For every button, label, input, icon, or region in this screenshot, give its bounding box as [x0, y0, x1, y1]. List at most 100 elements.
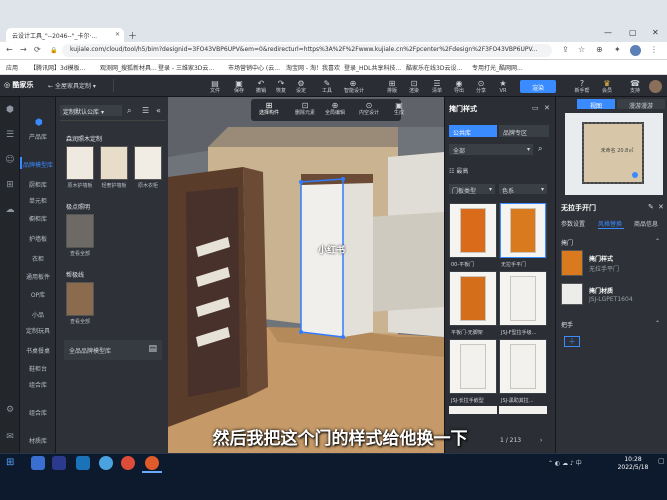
tab-view[interactable]: 视图	[577, 99, 615, 110]
category-item[interactable]: 通用板件	[20, 272, 56, 281]
door-style-item[interactable]	[449, 339, 497, 394]
bookmark-item[interactable]: 淘宝网 - 淘！我喜欢	[286, 63, 340, 72]
category-item[interactable]: 材质库	[20, 436, 56, 445]
tab-style-replace[interactable]: 风格替换	[598, 219, 622, 228]
minimize-icon[interactable]: —	[604, 28, 612, 37]
search-icon[interactable]: ⌕	[538, 144, 542, 154]
toolbar-button[interactable]: ▣ 保存	[230, 79, 248, 94]
sort-toggle[interactable]: ☷ 最高	[449, 166, 468, 175]
chrome-icon[interactable]	[121, 456, 135, 470]
library-thumbnail[interactable]	[66, 214, 94, 248]
category-item[interactable]: 品牌模型库	[20, 160, 56, 169]
bookmark-item[interactable]: 观测网_搜狐新材具...	[100, 63, 157, 72]
bookmark-item[interactable]: 【腾讯网】3d模板...	[30, 63, 85, 72]
cube-icon[interactable]: ⬢	[4, 105, 16, 117]
minimap[interactable]	[565, 113, 663, 195]
chevron-up-icon[interactable]: ⌃	[655, 238, 660, 245]
bookmark-item[interactable]: 应用	[6, 63, 18, 72]
door-item-partial[interactable]	[449, 406, 497, 414]
door-style-item[interactable]	[499, 271, 547, 326]
share-icon[interactable]: ⇪	[562, 45, 569, 54]
back-icon[interactable]: ←	[6, 45, 13, 54]
profile-avatar[interactable]	[630, 45, 641, 56]
explorer-icon[interactable]	[31, 456, 45, 470]
door-style-item[interactable]	[449, 203, 497, 258]
category-item[interactable]: 产品库	[20, 132, 56, 141]
bookmark-item[interactable]: 市场营销中心 (云...	[228, 63, 280, 72]
library-thumbnail[interactable]	[66, 282, 94, 316]
user-icon[interactable]: ☺	[4, 155, 16, 167]
maximize-icon[interactable]: ▢	[629, 28, 637, 37]
word-icon[interactable]	[76, 456, 90, 470]
library-dropdown[interactable]: 定制默认公库 ▾	[60, 105, 122, 116]
bookmark-item[interactable]: 登录 - 三维家3D云...	[158, 63, 214, 72]
tab-roam[interactable]: 漫游漫游	[617, 99, 665, 110]
browser-icon[interactable]	[145, 456, 159, 470]
pin-icon[interactable]: ▭	[532, 104, 539, 112]
window-close-icon[interactable]: ✕	[652, 28, 659, 37]
toolbar-button[interactable]: ⊡ 渲染	[405, 79, 423, 94]
library-thumbnail[interactable]	[100, 146, 128, 180]
brand-library-button[interactable]: 全品品牌模型库 ▤	[64, 340, 162, 360]
door-style-item[interactable]	[499, 339, 547, 394]
toolbar-button[interactable]: ⚙ 设定	[292, 79, 310, 94]
toolbar-button[interactable]: ⊕ 智能设计	[344, 79, 364, 94]
category-item[interactable]: 小品	[20, 310, 56, 319]
toolbar-button[interactable]: ◉ 导出	[450, 79, 468, 94]
help-button[interactable]: ? 新手帮	[573, 79, 591, 94]
category-item[interactable]: 组合库	[20, 380, 56, 389]
system-tray-icons[interactable]: ⌃ ◐ ☁ ♪ 中	[548, 458, 582, 467]
door-style-item[interactable]	[449, 271, 497, 326]
door-style-swatch[interactable]	[561, 250, 583, 276]
door-item-partial[interactable]	[499, 406, 547, 414]
category-dropdown[interactable]: 全部 ▾	[449, 144, 533, 155]
browser-tab[interactable]: 云设计工具_"--2046--"_卡尔·... ✕	[6, 28, 124, 42]
url-input[interactable]: kujiale.com/cloud/tool/h5/bim?designid=3…	[62, 44, 552, 57]
door-type-filter[interactable]: 门板类型 ▾	[449, 184, 495, 195]
tab-close-icon[interactable]: ✕	[115, 31, 120, 38]
bookmark-item[interactable]: 专用打光_酷网网...	[472, 63, 523, 72]
clock-time[interactable]: 10:28	[613, 456, 653, 463]
library-select[interactable]: ← 全屋家具定制 ▾	[44, 79, 114, 92]
app-icon[interactable]	[99, 456, 113, 470]
next-page-icon[interactable]: ›	[540, 437, 542, 444]
user-avatar[interactable]	[649, 80, 662, 93]
category-item[interactable]: 单元柜	[20, 196, 56, 205]
toolbar-button[interactable]: ✎ 工具	[318, 79, 336, 94]
star-icon[interactable]: ☆	[578, 45, 585, 54]
category-item[interactable]: 鞋柜台	[20, 364, 56, 373]
viewport-tool[interactable]: ⊞ 选择构件	[256, 101, 282, 117]
filter-icon[interactable]: ☰	[142, 106, 149, 115]
windows-start-icon[interactable]: ⊞	[6, 457, 14, 468]
door-material-swatch[interactable]	[561, 283, 583, 305]
grid-icon[interactable]: ⊞	[4, 180, 16, 192]
support-button[interactable]: ☎ 支持	[626, 79, 644, 94]
viewport-tool[interactable]: ⊕ 全局编辑	[322, 101, 348, 117]
bookmark-item[interactable]: 酷家乐在线3D云设...	[406, 63, 462, 72]
puzzle-icon[interactable]: ✦	[614, 45, 621, 54]
new-tab-icon[interactable]: ＋	[128, 29, 137, 42]
toolbar-button[interactable]: ☰ 清单	[428, 79, 446, 94]
category-item[interactable]: 橱柜库	[20, 214, 56, 223]
viewport-tool[interactable]: ▣ 生成	[386, 101, 412, 117]
extension-icon[interactable]: ⊕	[596, 45, 603, 54]
viewport-tool[interactable]: ⊙ 内空设计	[356, 101, 382, 117]
toolbar-button[interactable]: ⊙ 分享	[472, 79, 490, 94]
vip-button[interactable]: ♛ 会员	[598, 79, 616, 94]
clock-date[interactable]: 2022/5/18	[610, 464, 656, 471]
reload-icon[interactable]: ⟳	[34, 45, 41, 54]
cloud-icon[interactable]: ☁	[4, 205, 16, 217]
toolbar-button[interactable]: ↷ 恢复	[272, 79, 290, 94]
settings-icon[interactable]: ⚙	[4, 405, 16, 417]
layers-icon[interactable]: ☰	[4, 130, 16, 142]
tab-parameters[interactable]: 参数设置	[561, 219, 585, 228]
render-button[interactable]: 渲染	[520, 80, 556, 93]
bookmark-item[interactable]: 登录_HDL共享科技...	[344, 63, 401, 72]
3d-viewport[interactable]	[168, 97, 444, 453]
notification-icon[interactable]: ▢	[658, 457, 665, 465]
chevron-up-icon[interactable]: ⌃	[655, 320, 660, 327]
tab-public-library[interactable]: 公共库	[449, 125, 497, 137]
photoshop-icon[interactable]	[52, 456, 66, 470]
collapse-icon[interactable]: «	[156, 106, 161, 115]
close-icon[interactable]: ✕	[544, 104, 550, 112]
